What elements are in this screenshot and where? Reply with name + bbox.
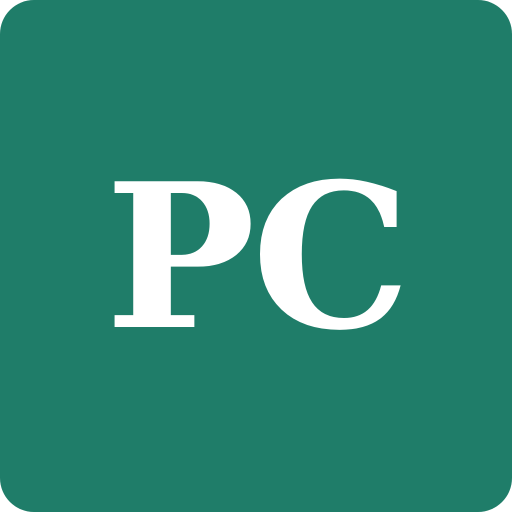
monogram-text: PC xyxy=(105,140,411,375)
app-icon-tile: PC xyxy=(0,0,512,512)
